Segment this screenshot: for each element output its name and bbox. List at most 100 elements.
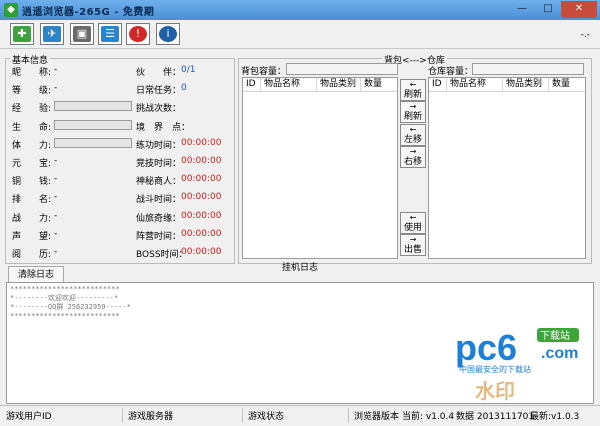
basic-right-label: 阵营时间： [136,231,182,242]
bag-capacity-label: 背包容量： [241,67,287,77]
plane-icon: ✈ [43,26,61,42]
bag-capacity-field [286,63,398,75]
maximize-button[interactable]: □ [535,1,561,18]
basic-left-value: - [54,228,58,239]
basic-right-value: 0 [181,83,187,94]
store-list-header: ID 物品名称 物品类别 数量 [429,78,585,92]
transfer-button[interactable]: → 刷新 [400,101,426,123]
arrow-icon: ← [409,125,417,134]
close-button[interactable]: ✕ [561,1,597,18]
user-button[interactable]: ☰ [98,23,122,45]
basic-right-value: 0/1 [181,65,196,75]
basic-right-label: BOSS时间： [136,250,188,260]
arrow-icon: → [409,102,417,111]
store-col-name[interactable]: 物品名称 [447,78,503,91]
bag-col-qty[interactable]: 数量 [361,78,397,91]
bag-col-type[interactable]: 物品类别 [317,78,361,91]
bag-list-header: ID 物品名称 物品类别 数量 [243,78,397,92]
basic-left-label: 排 名: [12,195,52,206]
basic-right-value: 00:00:00 [181,210,222,221]
store-col-qty[interactable]: 数量 [549,78,585,91]
status-server: 游戏服务器 [128,412,174,422]
window-icon: ▣ [73,26,91,42]
arrow-icon: → [409,147,417,156]
status-browser-version: 浏览器版本 [354,412,400,422]
transfer-button-label: 刷新 [403,112,422,122]
toolbar-right-text: -.- [580,30,590,40]
bag-listview[interactable]: ID 物品名称 物品类别 数量 [242,77,398,259]
transfer-button[interactable]: → 出售 [400,234,426,256]
basic-left-label: 经 验: [12,104,52,115]
status-separator [122,408,123,423]
status-separator [348,408,349,423]
log-section-title: 挂机日志 [282,263,319,273]
clear-log-tab[interactable]: 清除日志 [8,266,64,282]
basic-right-label: 竞技时间： [136,159,182,169]
transfer-button-label: 出售 [403,245,422,255]
basic-left-label: 昵 称: [12,68,52,78]
basic-left-label: 生 命: [12,122,52,133]
basic-left-value: - [54,156,58,166]
basic-left-label: 铜 钱: [12,177,52,188]
basic-right-value: 00:00:00 [181,174,222,185]
store-col-type[interactable]: 物品类别 [503,78,549,91]
transfer-button[interactable]: → 右移 [400,146,426,168]
transfer-button-label: 刷新 [403,90,422,100]
log-line: *--------欢迎欢迎---------* [10,294,119,302]
window-button[interactable]: ▣ [70,23,94,45]
basic-left-label: 体 力: [12,140,52,151]
basic-left-label: 战 力: [12,213,52,224]
title-bar[interactable]: ◆ 逍遥浏览器-265G - 免费期 — □ ✕ [0,0,600,20]
basic-progress-bar [54,119,132,130]
plane-button[interactable]: ✈ [40,23,64,45]
basic-right-label: 日常任务： [136,86,182,97]
basic-right-value: 00:00:00 [181,137,222,148]
basic-right-label: 挑战次数： [136,104,182,115]
status-separator [242,408,243,423]
basic-left-value: - [54,65,58,75]
log-line: ************************** [10,285,120,293]
transfer-button[interactable]: ← 使用 [400,212,426,234]
basic-left-value: - [54,247,58,257]
basic-progress-bar [54,101,132,112]
arrow-icon: → [409,235,417,244]
basic-progress-bar [54,137,132,148]
pc6-logo-icon: pc6 下载站 .com 中国最安全的下载站 水印 [455,327,579,403]
basic-right-label: 境 界 点： [136,122,191,133]
basic-right-value: 00:00:00 [181,228,222,239]
basic-left-value: - [54,192,58,203]
store-listview[interactable]: ID 物品名称 物品类别 数量 [428,77,586,259]
basic-left-label: 元 宝: [12,159,52,169]
transfer-button[interactable]: ← 左移 [400,124,426,146]
download-badge: 下载站 [540,329,570,342]
basic-left-value: - [54,174,58,185]
basic-left-label: 等 级: [12,86,52,97]
arrow-icon: ← [409,80,417,89]
game-button[interactable]: ✚ [10,23,34,45]
transfer-button-label: 左移 [403,135,422,145]
status-user-id: 游戏用户ID [6,412,52,422]
basic-right-label: 仙旅奇缘： [136,213,182,224]
info-button[interactable]: i [156,23,180,45]
basic-right-value: 00:00:00 [181,192,222,203]
minimize-button[interactable]: — [509,1,535,18]
store-col-id[interactable]: ID [429,78,447,91]
status-bar: 游戏用户ID 游戏服务器 游戏状态 浏览器版本 当前: v1.0.4 数据 20… [0,405,600,426]
stop-button[interactable]: ! [126,23,150,45]
transfer-button-label: 右移 [403,157,422,167]
pc6-text: pc6 [455,327,517,368]
user-icon: ☰ [101,26,119,42]
gamepad-icon: ◆ [4,3,18,17]
basic-left-label: 阅 历: [12,250,52,260]
window-title: 逍遥浏览器-265G - 免费期 [22,7,155,18]
game-icon: ✚ [13,26,31,42]
basic-right-value: 00:00:00 [181,156,222,166]
basic-left-value: - [54,210,58,221]
status-latest-version: 最新:v1.0.3 [530,412,580,422]
bag-col-id[interactable]: ID [243,78,261,91]
transfer-button[interactable]: ← 刷新 [400,79,426,101]
app-window: ◆ 逍遥浏览器-265G - 免费期 — □ ✕ ✚ ✈ ▣ ☰ ! i -.-… [0,0,600,426]
pc6-watermark: pc6 下载站 .com 中国最安全的下载站 水印 [455,322,600,405]
basic-right-label: 神秘商人： [136,177,182,188]
bag-col-name[interactable]: 物品名称 [261,78,317,91]
